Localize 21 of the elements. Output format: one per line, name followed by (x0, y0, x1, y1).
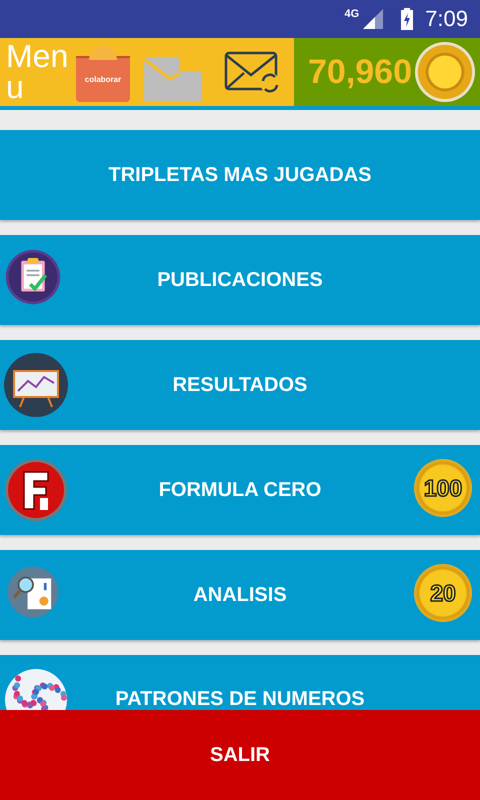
menu-item[interactable]: PUBLICACIONES (0, 235, 480, 325)
menu-item[interactable]: TRIPLETAS MAS JUGADAS (0, 130, 480, 220)
donate-button[interactable]: colaborar (76, 46, 130, 102)
menu-item[interactable]: RESULTADOS (0, 340, 480, 430)
clipboard-icon (4, 248, 62, 306)
clock: 7:09 (425, 6, 468, 32)
menu-item[interactable]: FORMULA CERO 100 (0, 445, 480, 535)
presentation-board-icon (4, 353, 68, 417)
letter-f-icon (4, 458, 68, 522)
exit-button[interactable]: SALIR (0, 710, 480, 800)
coin-balance: 70,960 (308, 52, 412, 92)
menu-item[interactable]: PATRONES DE NUMEROS (0, 655, 480, 710)
menu-button[interactable]: Menu (0, 39, 70, 105)
coin-cost-badge: 20 (414, 564, 472, 622)
signal-icon (363, 9, 384, 29)
network-type: 4G (344, 8, 360, 20)
coin-icon[interactable] (414, 41, 476, 103)
coin-cost-badge: 100 (414, 459, 472, 517)
menu-item[interactable]: ANALISIS 20 (0, 550, 480, 640)
mail-sync-icon[interactable] (224, 51, 280, 93)
battery-charging-icon (401, 8, 414, 30)
